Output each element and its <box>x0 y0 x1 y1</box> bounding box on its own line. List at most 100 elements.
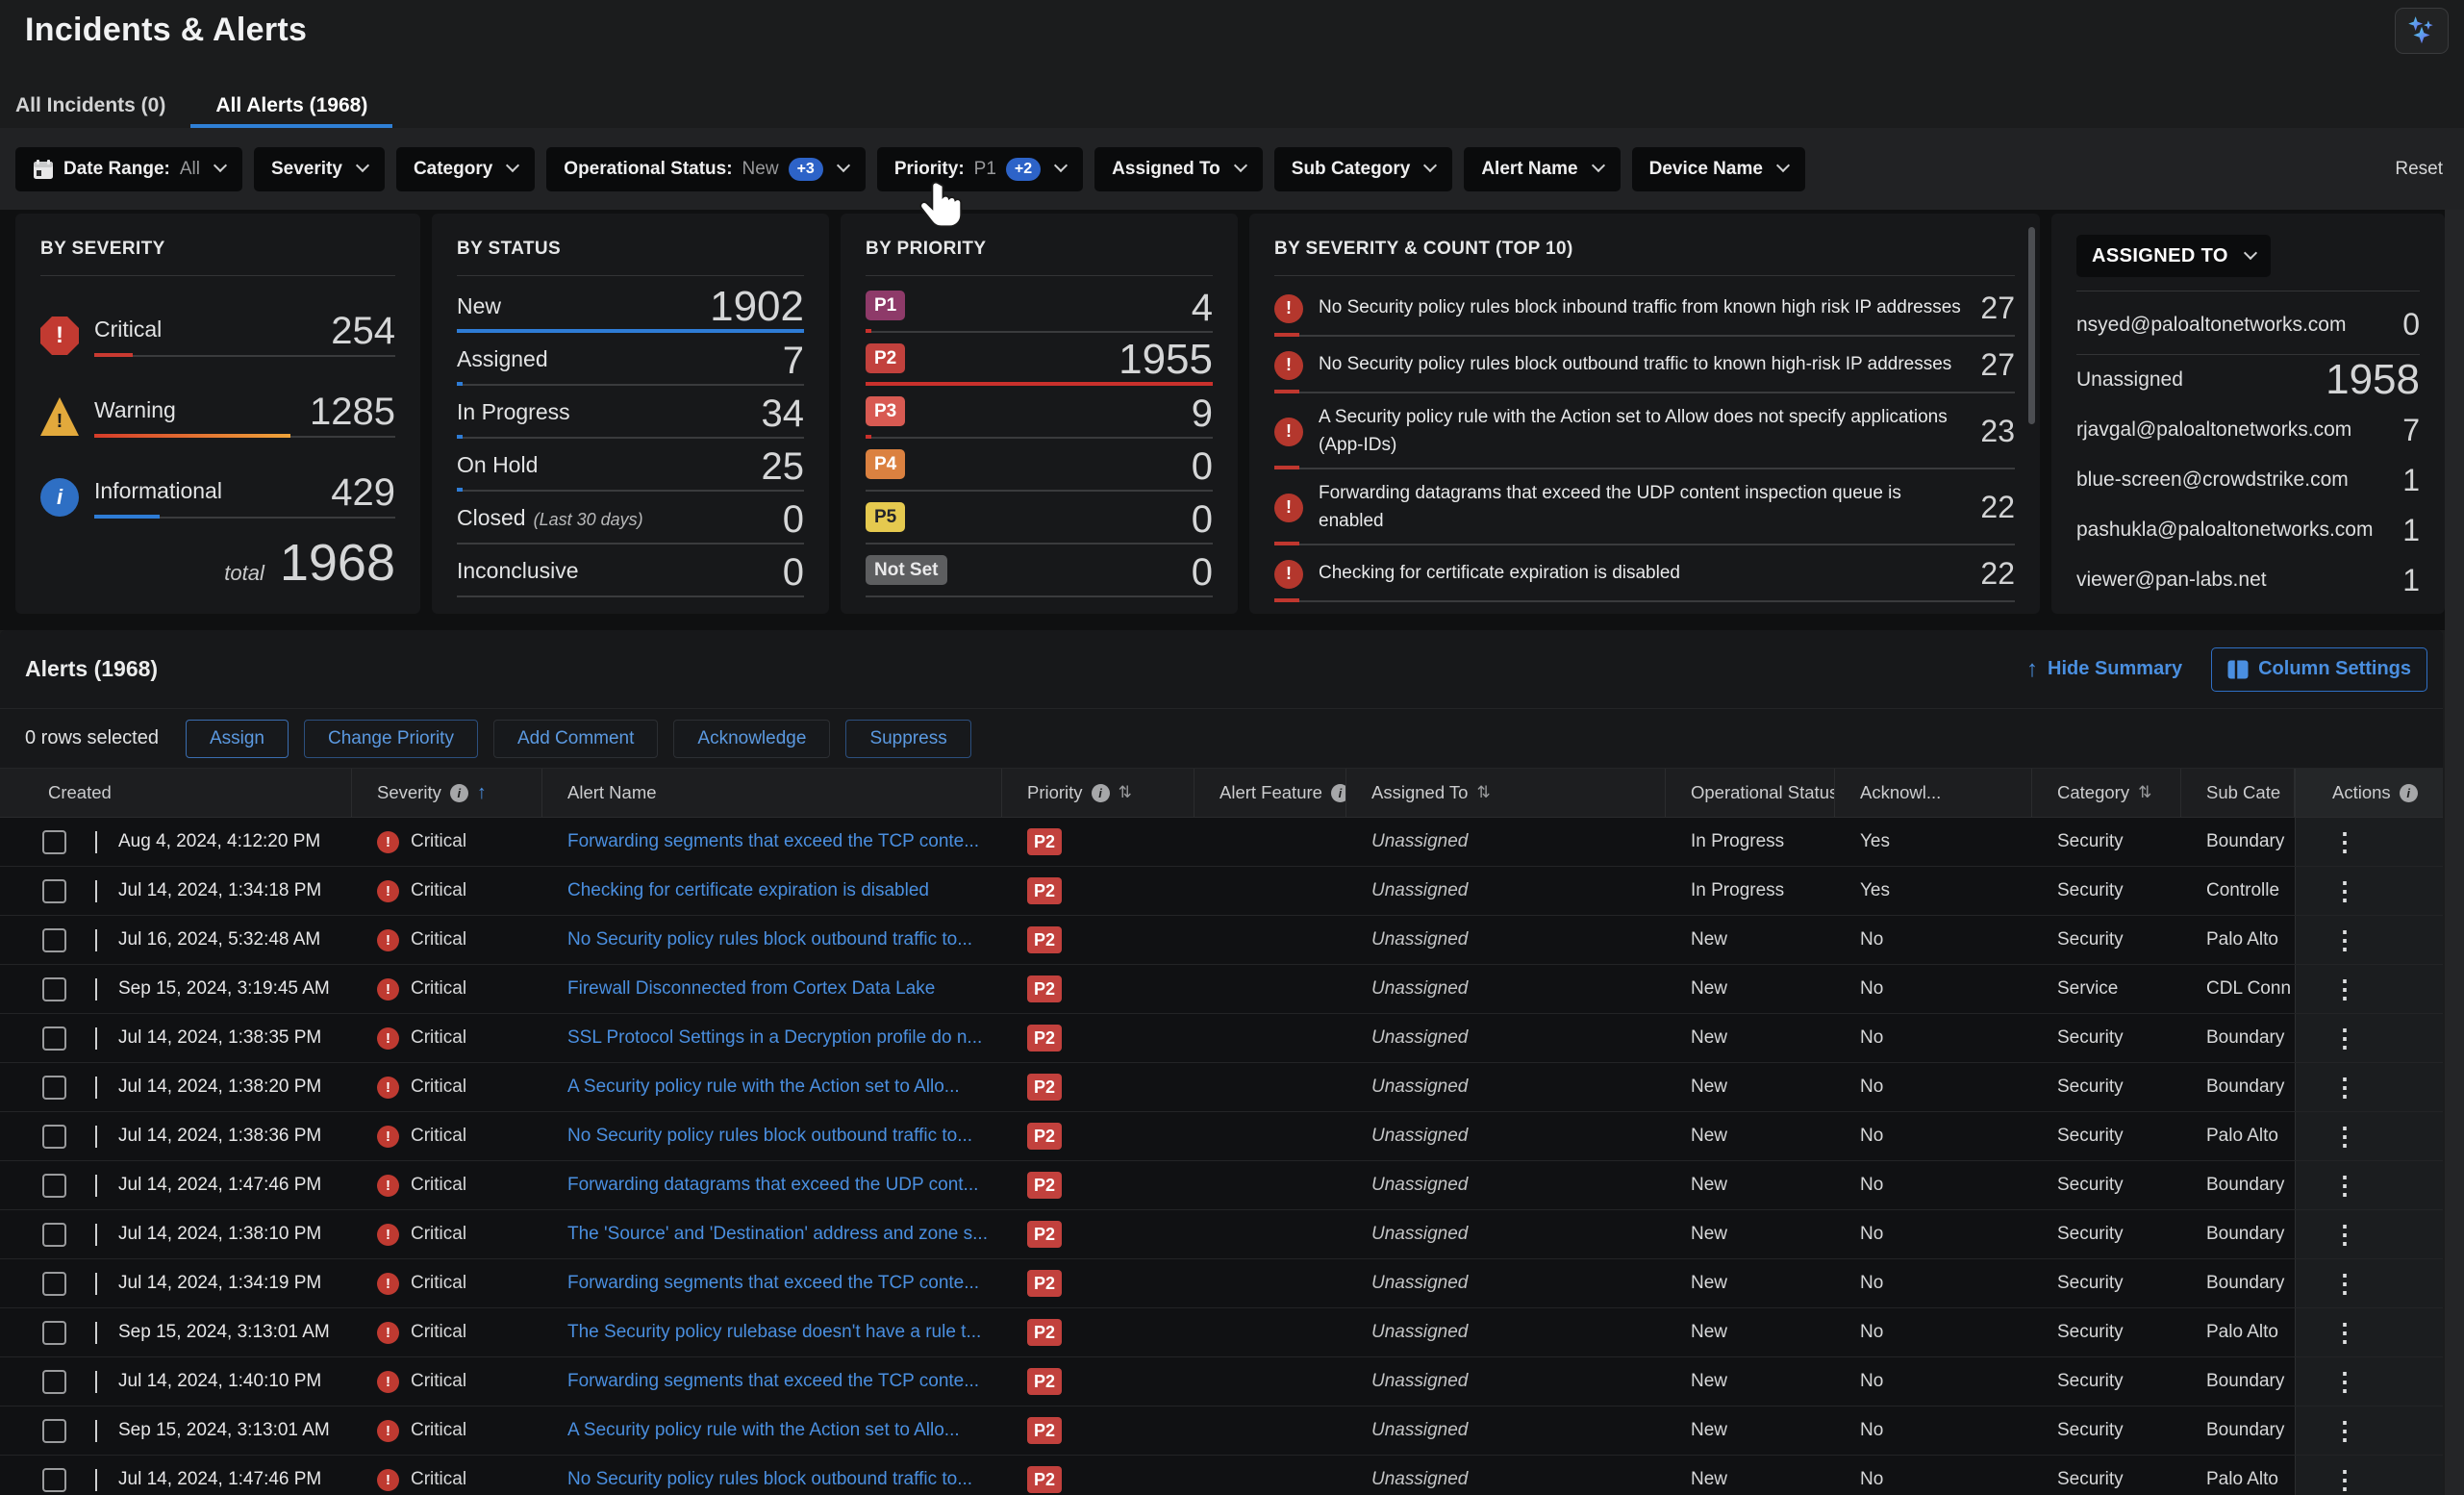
row-checkbox[interactable] <box>42 830 66 854</box>
top-alert-row[interactable]: ! A Security policy rule with the Action… <box>1274 393 2015 469</box>
row-checkbox[interactable] <box>42 1125 66 1149</box>
table-row[interactable]: Jul 14, 2024, 1:34:18 PM ! Critical Chec… <box>0 867 2443 916</box>
add-comment-button[interactable]: Add Comment <box>493 720 658 758</box>
row-checkbox[interactable] <box>42 1272 66 1296</box>
row-checkbox[interactable] <box>42 1223 66 1247</box>
row-checkbox[interactable] <box>42 1076 66 1100</box>
row-checkbox[interactable] <box>42 879 66 903</box>
row-expand-chevron[interactable] <box>89 880 97 901</box>
alert-name-link[interactable]: A Security policy rule with the Action s… <box>567 1077 960 1098</box>
row-expand-chevron[interactable] <box>89 831 97 852</box>
col-header-created[interactable]: Created <box>0 769 352 817</box>
alert-name-link[interactable]: The Security policy rulebase doesn't hav… <box>567 1322 981 1343</box>
alert-name-link[interactable]: Forwarding segments that exceed the TCP … <box>567 1273 979 1294</box>
kebab-menu-icon[interactable]: ⋮ <box>2332 1416 2357 1446</box>
col-header-actions[interactable]: Actions i <box>2295 769 2443 817</box>
row-checkbox[interactable] <box>42 1468 66 1492</box>
alert-name-link[interactable]: A Security policy rule with the Action s… <box>567 1420 960 1441</box>
kebab-menu-icon[interactable]: ⋮ <box>2332 1465 2357 1495</box>
kebab-menu-icon[interactable]: ⋮ <box>2332 1073 2357 1102</box>
filter-category[interactable]: Category <box>396 147 535 191</box>
col-header-alert-name[interactable]: Alert Name <box>542 769 1002 817</box>
assign-button[interactable]: Assign <box>186 720 289 758</box>
kebab-menu-icon[interactable]: ⋮ <box>2332 1367 2357 1397</box>
table-row[interactable]: Jul 14, 2024, 1:38:20 PM ! Critical A Se… <box>0 1063 2443 1112</box>
col-header-category[interactable]: Category ⇅ <box>2032 769 2181 817</box>
filter-date-range[interactable]: Date Range: All <box>15 147 242 191</box>
alert-name-link[interactable]: Firewall Disconnected from Cortex Data L… <box>567 978 935 1000</box>
row-expand-chevron[interactable] <box>89 1224 97 1245</box>
top-alert-row[interactable]: ! Checking for certificate expiration is… <box>1274 545 2015 602</box>
filter-severity[interactable]: Severity <box>254 147 385 191</box>
row-expand-chevron[interactable] <box>89 1126 97 1147</box>
assignee-row[interactable]: viewer@pan-labs.net 1 <box>2076 555 2420 605</box>
alert-name-link[interactable]: The 'Source' and 'Destination' address a… <box>567 1224 988 1245</box>
row-checkbox[interactable] <box>42 1370 66 1394</box>
alert-name-link[interactable]: Checking for certificate expiration is d… <box>567 880 929 901</box>
table-row[interactable]: Sep 15, 2024, 3:13:01 AM ! Critical A Se… <box>0 1406 2443 1456</box>
severity-stat-row[interactable]: ! Critical 254 <box>40 315 395 357</box>
suppress-button[interactable]: Suppress <box>845 720 970 758</box>
severity-stat-row[interactable]: i Informational 429 <box>40 476 395 519</box>
status-stat-row[interactable]: Closed(Last 30 days) 0 <box>457 492 804 545</box>
card-scrollbar[interactable] <box>2028 227 2035 424</box>
priority-stat-row[interactable]: P5 0 <box>866 492 1213 545</box>
filter-priority[interactable]: Priority: P1 +2 <box>877 147 1083 191</box>
kebab-menu-icon[interactable]: ⋮ <box>2332 925 2357 955</box>
row-expand-chevron[interactable] <box>89 929 97 950</box>
alert-name-link[interactable]: Forwarding datagrams that exceed the UDP… <box>567 1175 978 1196</box>
table-row[interactable]: Sep 15, 2024, 3:19:45 AM ! Critical Fire… <box>0 965 2443 1014</box>
table-row[interactable]: Jul 14, 2024, 1:47:46 PM ! Critical Forw… <box>0 1161 2443 1210</box>
reset-filters-button[interactable]: Reset <box>2395 159 2443 180</box>
col-header-sub-cate[interactable]: Sub Cate <box>2181 769 2295 817</box>
alert-name-link[interactable]: Forwarding segments that exceed the TCP … <box>567 1371 979 1392</box>
change-priority-button[interactable]: Change Priority <box>304 720 478 758</box>
row-expand-chevron[interactable] <box>89 1273 97 1294</box>
assigned-to-dropdown[interactable]: ASSIGNED TO <box>2076 235 2271 277</box>
priority-stat-row[interactable]: P2 1955 <box>866 333 1213 386</box>
priority-stat-row[interactable]: P4 0 <box>866 439 1213 492</box>
filter-alert-name[interactable]: Alert Name <box>1464 147 1620 191</box>
status-stat-row[interactable]: Assigned 7 <box>457 333 804 386</box>
assignee-row[interactable]: rjavgal@paloaltonetworks.com 7 <box>2076 405 2420 455</box>
filter-operational-status[interactable]: Operational Status: New +3 <box>546 147 866 191</box>
col-header-priority[interactable]: Priority i ⇅ <box>1002 769 1194 817</box>
row-expand-chevron[interactable] <box>89 1027 97 1049</box>
alert-name-link[interactable]: No Security policy rules block outbound … <box>567 1469 972 1490</box>
tab-all-incidents[interactable]: All Incidents (0) <box>15 92 190 128</box>
hide-summary-button[interactable]: ↑ Hide Summary <box>2026 656 2182 683</box>
row-checkbox[interactable] <box>42 977 66 1001</box>
top-alert-row[interactable]: ! Forwarding datagrams that exceed the U… <box>1274 469 2015 545</box>
assignee-row[interactable]: pashukla@paloaltonetworks.com 1 <box>2076 505 2420 555</box>
kebab-menu-icon[interactable]: ⋮ <box>2332 1318 2357 1348</box>
row-checkbox[interactable] <box>42 1174 66 1198</box>
alert-name-link[interactable]: No Security policy rules block outbound … <box>567 929 972 950</box>
kebab-menu-icon[interactable]: ⋮ <box>2332 1269 2357 1299</box>
row-expand-chevron[interactable] <box>89 1371 97 1392</box>
row-checkbox[interactable] <box>42 1321 66 1345</box>
table-row[interactable]: Jul 14, 2024, 1:38:36 PM ! Critical No S… <box>0 1112 2443 1161</box>
kebab-menu-icon[interactable]: ⋮ <box>2332 975 2357 1004</box>
status-stat-row[interactable]: New 1902 <box>457 280 804 333</box>
table-row[interactable]: Jul 14, 2024, 1:34:19 PM ! Critical Forw… <box>0 1259 2443 1308</box>
col-header-operational-status[interactable]: Operational Status ⇅ <box>1666 769 1835 817</box>
kebab-menu-icon[interactable]: ⋮ <box>2332 1122 2357 1152</box>
page-scrollbar[interactable] <box>2445 210 2464 1495</box>
row-expand-chevron[interactable] <box>89 1322 97 1343</box>
status-stat-row[interactable]: In Progress 34 <box>457 386 804 439</box>
kebab-menu-icon[interactable]: ⋮ <box>2332 827 2357 857</box>
assignee-row[interactable]: Unassigned 1958 <box>2076 355 2420 405</box>
table-row[interactable]: Jul 16, 2024, 5:32:48 AM ! Critical No S… <box>0 916 2443 965</box>
priority-stat-row[interactable]: P3 9 <box>866 386 1213 439</box>
col-header-alert-feature[interactable]: Alert Feature i <box>1194 769 1346 817</box>
table-row[interactable]: Aug 4, 2024, 4:12:20 PM ! Critical Forwa… <box>0 818 2443 867</box>
col-header-acknowl[interactable]: Acknowl... <box>1835 769 2032 817</box>
tab-all-alerts[interactable]: All Alerts (1968) <box>190 92 392 128</box>
filter-sub-category[interactable]: Sub Category <box>1274 147 1453 191</box>
table-row[interactable]: Jul 14, 2024, 1:38:35 PM ! Critical SSL … <box>0 1014 2443 1063</box>
row-expand-chevron[interactable] <box>89 1077 97 1098</box>
priority-stat-row[interactable]: P1 4 <box>866 280 1213 333</box>
row-expand-chevron[interactable] <box>89 1420 97 1441</box>
table-row[interactable]: Sep 15, 2024, 3:13:01 AM ! Critical The … <box>0 1308 2443 1357</box>
status-stat-row[interactable]: On Hold 25 <box>457 439 804 492</box>
